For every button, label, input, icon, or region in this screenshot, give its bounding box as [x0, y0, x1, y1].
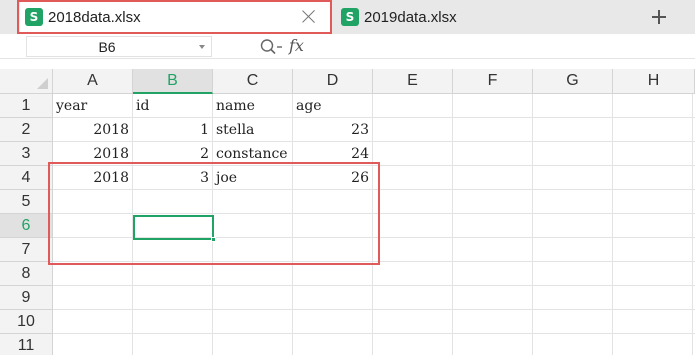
- column-header-b[interactable]: B: [133, 69, 213, 94]
- grid-line: [532, 94, 533, 355]
- grid-line: [53, 309, 695, 310]
- row-header-8[interactable]: 8: [0, 262, 53, 286]
- column-header-d[interactable]: D: [293, 69, 373, 94]
- chevron-down-icon[interactable]: [199, 45, 205, 49]
- column-header-g[interactable]: G: [533, 69, 613, 94]
- row-header-11[interactable]: 11: [0, 334, 53, 355]
- row-header-5[interactable]: 5: [0, 190, 53, 214]
- row-header-9[interactable]: 9: [0, 286, 53, 310]
- fill-handle[interactable]: [211, 237, 216, 242]
- column-header-a[interactable]: A: [53, 69, 133, 94]
- cell-a4[interactable]: 2018: [53, 166, 132, 190]
- cell-d3[interactable]: 24: [293, 142, 372, 166]
- cell-d4[interactable]: 26: [293, 166, 372, 190]
- new-tab-plus-icon[interactable]: [644, 4, 674, 30]
- column-header-h[interactable]: H: [613, 69, 695, 94]
- row-header-6[interactable]: 6: [0, 214, 53, 238]
- cell-d1[interactable]: age: [293, 94, 372, 118]
- cell-d2[interactable]: 23: [293, 118, 372, 142]
- cell-c3[interactable]: constance: [213, 142, 292, 166]
- row-header-2[interactable]: 2: [0, 118, 53, 142]
- cell-b3[interactable]: 2: [133, 142, 212, 166]
- formula-bar: B6 fx: [0, 34, 695, 59]
- row-header-7[interactable]: 7: [0, 238, 53, 262]
- tab-bar: S 2018data.xlsx S 2019data.xlsx: [0, 0, 695, 34]
- row-header-3[interactable]: 3: [0, 142, 53, 166]
- spacer: [0, 59, 695, 69]
- grid-line: [612, 94, 613, 355]
- grid-line: [53, 261, 695, 262]
- cell-b4[interactable]: 3: [133, 166, 212, 190]
- fx-icon[interactable]: fx: [289, 36, 311, 56]
- selected-cell-b6[interactable]: [133, 215, 216, 242]
- tab-title: 2019data.xlsx: [364, 8, 457, 26]
- cell-b1[interactable]: id: [133, 94, 212, 118]
- name-box[interactable]: B6: [26, 36, 212, 57]
- tab-title: 2018data.xlsx: [48, 8, 141, 26]
- grid-line: [372, 94, 373, 355]
- zoom-icon[interactable]: [259, 38, 283, 56]
- select-all-triangle-icon: [37, 78, 48, 89]
- cell-c4[interactable]: joe: [213, 166, 292, 190]
- column-header-f[interactable]: F: [453, 69, 533, 94]
- spreadsheet-grid: A B C D E F G H 1 2 3 4 5 6 7 8 9 10 11 …: [0, 69, 695, 355]
- cell-c2[interactable]: stella: [213, 118, 292, 142]
- spreadsheet-icon: S: [25, 8, 43, 26]
- row-header-1[interactable]: 1: [0, 94, 53, 118]
- grid-line: [452, 94, 453, 355]
- cell-c1[interactable]: name: [213, 94, 292, 118]
- cell-a3[interactable]: 2018: [53, 142, 132, 166]
- grid-line: [53, 285, 695, 286]
- select-all-corner[interactable]: [0, 69, 53, 94]
- close-icon[interactable]: [302, 9, 316, 23]
- grid-line: [53, 213, 695, 214]
- row-header-4[interactable]: 4: [0, 166, 53, 190]
- cell-a2[interactable]: 2018: [53, 118, 132, 142]
- name-box-value: B6: [98, 39, 116, 55]
- tab-2019data[interactable]: S 2019data.xlsx: [335, 0, 615, 34]
- cell-a1[interactable]: year: [53, 94, 132, 118]
- spreadsheet-icon: S: [341, 8, 359, 26]
- cell-b2[interactable]: 1: [133, 118, 212, 142]
- column-header-c[interactable]: C: [213, 69, 293, 94]
- row-header-10[interactable]: 10: [0, 310, 53, 334]
- column-header-e[interactable]: E: [373, 69, 453, 94]
- grid-line: [692, 94, 693, 355]
- tab-2018data[interactable]: S 2018data.xlsx: [20, 0, 330, 34]
- grid-line: [53, 333, 695, 334]
